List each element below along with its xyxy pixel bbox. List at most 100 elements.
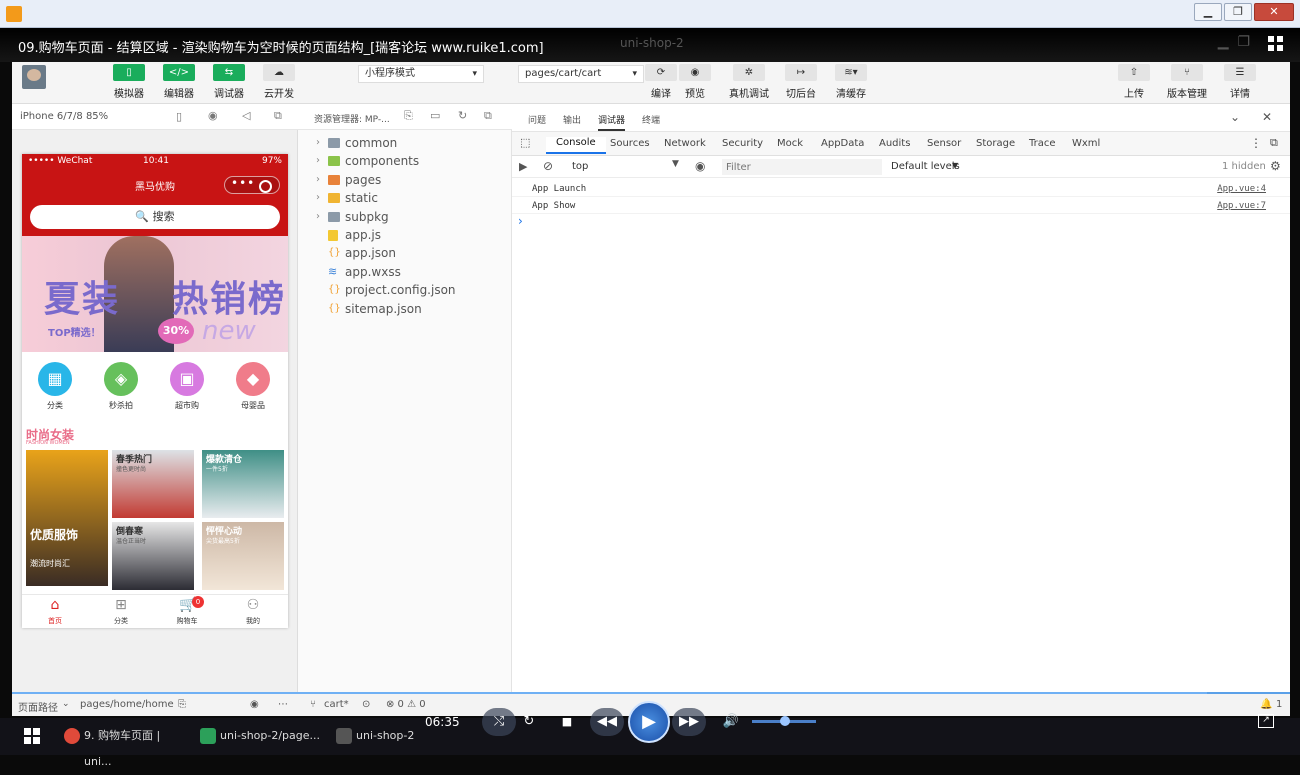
floor-item[interactable]: 怦怦心动 尖货最高5折 (202, 522, 284, 590)
maximize-button[interactable]: ❐ (1224, 3, 1252, 21)
background-button[interactable]: ↦ 切后台 (776, 64, 826, 100)
tab-console[interactable]: Console (546, 137, 606, 154)
debugger-button[interactable]: ⇆ 调试器 (204, 64, 254, 100)
more-icon[interactable]: ⋮ (1250, 136, 1262, 150)
clear-cache-button[interactable]: ≋▾ 清缓存 (826, 64, 876, 100)
tab-network[interactable]: Network (664, 138, 706, 149)
page-select[interactable]: pages/cart/cart (518, 65, 644, 83)
taskbar-item-devtools[interactable]: uni-shop-2 (332, 723, 432, 749)
new-file-icon[interactable]: ⎘ (404, 109, 413, 123)
tree-item-file[interactable]: {} project.config.json (298, 281, 512, 299)
repeat-icon[interactable]: ↻ (512, 708, 546, 736)
problem-counts[interactable]: ⊗ 0 ⚠ 0 (386, 699, 426, 710)
volume-slider[interactable] (752, 716, 816, 726)
record-icon[interactable]: ◉ (208, 109, 218, 122)
floor-item[interactable]: 春季热门 撞色更时尚 (112, 450, 194, 518)
gear-icon[interactable]: ⚙ (1270, 159, 1281, 173)
log-source-link[interactable]: App.vue:7 (1217, 201, 1266, 211)
sync-icon[interactable]: ⊙ (362, 699, 370, 710)
forward-button[interactable]: ▶▶ (672, 708, 706, 736)
windows-start-icon[interactable] (24, 728, 40, 744)
tab-audits[interactable]: Audits (879, 138, 910, 149)
grid-icon[interactable] (1268, 36, 1284, 52)
taskbar-item-hbuilder[interactable]: uni-shop-2/page... (196, 723, 326, 749)
tab-terminal[interactable]: 终端 (642, 113, 660, 126)
version-button[interactable]: ⑂ 版本管理 (1162, 64, 1212, 100)
mode-select[interactable]: 小程序模式 (358, 65, 484, 83)
volume-icon[interactable]: 🔊 (714, 708, 748, 736)
git-branch[interactable]: cart* (324, 699, 349, 710)
levels-select[interactable]: Default levels (891, 161, 960, 172)
tab-output[interactable]: 输出 (563, 113, 581, 126)
tree-item-folder[interactable]: › static (298, 189, 512, 207)
tab-problems[interactable]: 问题 (528, 113, 546, 126)
close-icon[interactable]: ✕ (1262, 110, 1272, 124)
console-prompt[interactable]: › (518, 214, 523, 228)
filter-input[interactable] (722, 159, 882, 175)
tab-cart[interactable]: 🛒 0 购物车 (154, 596, 220, 626)
bell-icon[interactable]: 🔔 (1260, 699, 1272, 710)
avatar[interactable] (22, 65, 46, 89)
play-button[interactable]: ▶ (628, 701, 670, 743)
more-icon[interactable]: ⋯ (278, 699, 288, 710)
context-select[interactable]: top (564, 159, 682, 175)
close-button[interactable]: ✕ (1254, 3, 1294, 21)
chevron-down-icon[interactable]: ⌄ (1230, 110, 1240, 124)
collapse-icon[interactable]: ⧉ (484, 109, 492, 123)
tree-item-file[interactable]: ≋ app.wxss (298, 263, 512, 281)
cat-item[interactable]: ◈ 秒杀拍 (91, 362, 151, 411)
tab-storage[interactable]: Storage (976, 138, 1015, 149)
floor-item[interactable]: 倒春寒 温仓正当时 (112, 522, 194, 590)
capsule-menu[interactable] (224, 176, 280, 194)
fullscreen-icon[interactable]: ↗ (1258, 714, 1274, 728)
tab-sources[interactable]: Sources (610, 138, 650, 149)
refresh-icon[interactable]: ↻ (458, 109, 467, 122)
video-progress-bar[interactable] (12, 692, 1207, 694)
floor-item[interactable]: 爆款清仓 一件5折 (202, 450, 284, 518)
dock-icon[interactable]: ⧉ (1270, 136, 1278, 150)
taskbar-item-chrome[interactable]: 9. 购物车页面 | uni... (60, 723, 190, 768)
tab-appdata[interactable]: AppData (821, 138, 864, 149)
stop-button[interactable]: ■ (550, 708, 584, 736)
popout-icon[interactable]: ⧉ (274, 109, 282, 123)
clear-console-icon[interactable]: ⊘ (543, 159, 553, 173)
sidebar-toggle-icon[interactable]: ▶ (519, 160, 527, 173)
simulator-button[interactable]: ▯ 模拟器 (104, 64, 154, 100)
cat-item[interactable]: ▣ 超市购 (157, 362, 217, 411)
eye-icon[interactable]: ◉ (250, 699, 259, 710)
sound-icon[interactable]: ◁ (242, 109, 250, 122)
tab-wxml[interactable]: Wxml (1072, 138, 1100, 149)
details-button[interactable]: ☰ 详情 (1215, 64, 1265, 100)
floor-main-image[interactable]: 优质服饰 潮流时尚汇 (26, 450, 108, 586)
tree-item-folder[interactable]: › components (298, 152, 512, 170)
copy-icon[interactable]: ⎘ (178, 699, 186, 710)
tab-trace[interactable]: Trace (1029, 138, 1056, 149)
tree-item-file[interactable]: app.js (298, 226, 512, 244)
banner-swiper[interactable]: 夏装 热销榜 TOP精选！ 30% new (22, 236, 288, 352)
new-folder-icon[interactable]: ▭ (430, 109, 440, 122)
page-path[interactable]: pages/home/home (80, 699, 174, 710)
phone-icon[interactable]: ▯ (176, 110, 182, 123)
inspect-icon[interactable]: ⬚ (520, 136, 530, 149)
minimize-button[interactable]: ▁ (1194, 3, 1222, 21)
log-source-link[interactable]: App.vue:4 (1217, 184, 1266, 194)
device-select[interactable]: iPhone 6/7/8 85% (20, 111, 108, 122)
tree-item-file[interactable]: {} sitemap.json (298, 300, 512, 318)
editor-button[interactable]: </> 编辑器 (154, 64, 204, 100)
ab-loop-button[interactable]: ⤭ (482, 708, 516, 736)
tree-item-folder[interactable]: › common (298, 134, 512, 152)
cloud-button[interactable]: ☁ 云开发 (254, 64, 304, 100)
tree-item-folder[interactable]: › subpkg (298, 208, 512, 226)
preview-button[interactable]: ◉ 预览 (670, 64, 720, 100)
cat-item[interactable]: ◆ 母婴品 (223, 362, 283, 411)
tab-sensor[interactable]: Sensor (927, 138, 961, 149)
rewind-button[interactable]: ◀◀ (590, 708, 624, 736)
eye-icon[interactable]: ◉ (695, 159, 705, 173)
tab-mock[interactable]: Mock (777, 138, 803, 149)
tab-category[interactable]: ⊞ 分类 (88, 597, 154, 626)
tree-item-file[interactable]: {} app.json (298, 244, 512, 262)
tab-security[interactable]: Security (722, 138, 763, 149)
tab-my[interactable]: ⚇ 我的 (220, 597, 286, 626)
search-box[interactable]: 🔍 搜索 (30, 205, 280, 229)
tree-item-folder[interactable]: › pages (298, 171, 512, 189)
